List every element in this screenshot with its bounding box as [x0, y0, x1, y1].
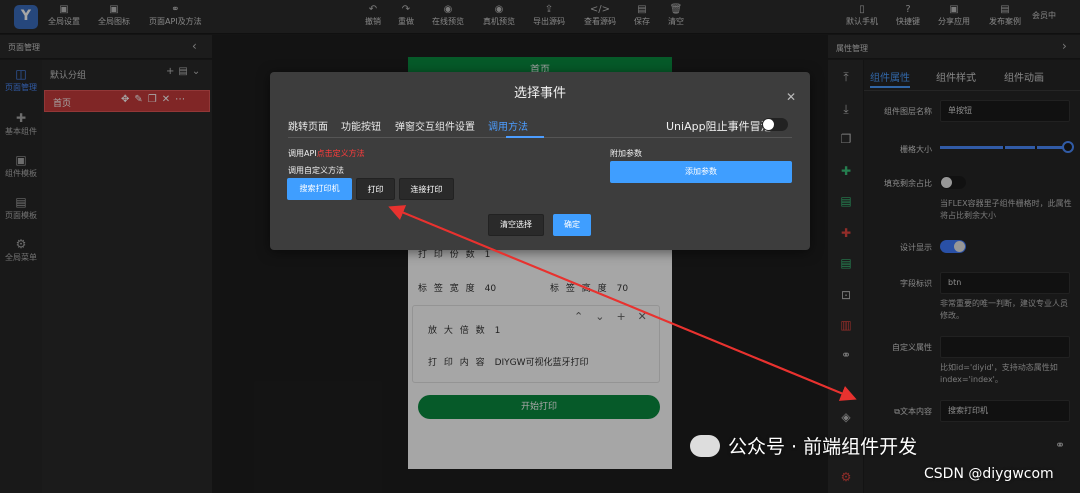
- call-api-label: 调用API: [288, 149, 317, 158]
- uniapp-stop-bubble-label: UniApp阻止事件冒泡: [666, 120, 772, 133]
- uniapp-stop-bubble-toggle[interactable]: [762, 118, 788, 131]
- close-icon[interactable]: ✕: [786, 90, 796, 104]
- define-method-link[interactable]: 点击定义方法: [317, 149, 365, 158]
- select-event-modal: 选择事件 ✕ 跳转页面 功能按钮 弹窗交互组件设置 调用方法 UniApp阻止事…: [270, 72, 810, 250]
- call-api-line: 调用API点击定义方法: [288, 148, 365, 159]
- confirm-button[interactable]: 确定: [553, 214, 591, 236]
- clear-selection-button[interactable]: 清空选择: [488, 214, 544, 236]
- tab-popup-settings[interactable]: 弹窗交互组件设置: [395, 118, 475, 133]
- extra-params-label: 附加参数: [610, 149, 642, 158]
- wechat-watermark-text: 公众号 · 前端组件开发: [728, 436, 918, 458]
- wechat-watermark: 公众号 · 前端组件开发: [690, 432, 917, 459]
- custom-method-label: 调用自定义方法: [288, 166, 344, 175]
- tab-function-button[interactable]: 功能按钮: [341, 118, 381, 133]
- wechat-icon: [690, 435, 720, 457]
- csdn-watermark: CSDN @diygwcom: [924, 466, 1054, 482]
- connect-print-button[interactable]: 连接打印: [399, 178, 454, 200]
- print-method-button[interactable]: 打印: [356, 178, 395, 200]
- search-printer-button[interactable]: 搜索打印机: [287, 178, 352, 200]
- modal-title: 选择事件: [513, 86, 566, 101]
- tab-call-method[interactable]: 调用方法: [488, 118, 528, 133]
- active-tab-indicator: [506, 136, 544, 138]
- tab-jump-page[interactable]: 跳转页面: [288, 118, 328, 133]
- add-param-button[interactable]: 添加参数: [610, 161, 792, 183]
